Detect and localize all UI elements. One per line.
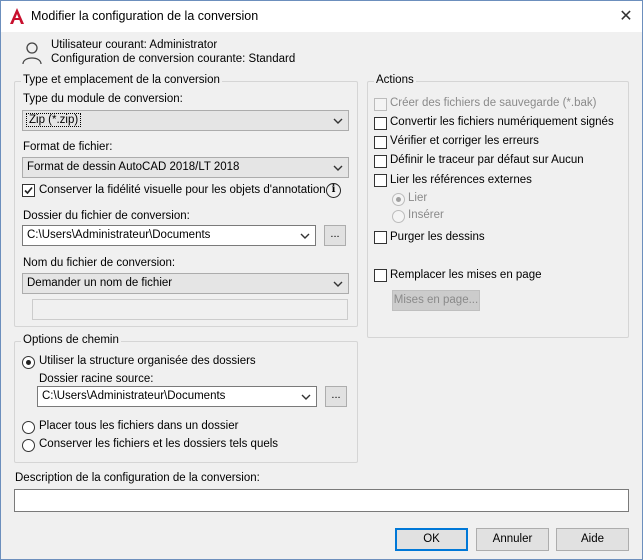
keep-as-is-label: Conserver les fichiers et les dossiers t… [39, 438, 279, 450]
place-all-label: Placer tous les fichiers dans un dossier [39, 420, 239, 432]
keep-fidelity-label: Conserver la fidélité visuelle pour les … [39, 184, 326, 196]
close-icon[interactable]: ✕ [616, 7, 636, 27]
info-icon[interactable]: i [326, 183, 341, 198]
autocad-logo-icon [10, 8, 24, 24]
module-type-value: Zip (*.zip) [25, 113, 82, 127]
purge-drawings-label: Purger les dessins [390, 231, 485, 243]
help-button[interactable]: Aide [556, 528, 629, 551]
keep-as-is-radio[interactable] [22, 439, 35, 452]
purge-drawings-checkbox[interactable] [374, 231, 387, 244]
layouts-button[interactable]: Mises en page... [392, 290, 480, 311]
bind-radio[interactable] [392, 193, 405, 206]
replace-layouts-checkbox[interactable] [374, 269, 387, 282]
file-format-label: Format de fichier: [23, 141, 113, 153]
title-bar[interactable]: Modifier la configuration de la conversi… [1, 1, 642, 32]
module-type-label: Type du module de conversion: [23, 93, 183, 105]
current-user-text: Utilisateur courant: Administrator [51, 39, 218, 51]
chevron-down-icon [333, 165, 343, 171]
ok-button[interactable]: OK [395, 528, 468, 551]
source-root-value: C:\Users\Administrateur\Documents [42, 390, 226, 402]
insert-radio-label: Insérer [408, 209, 444, 221]
chevron-down-icon [301, 394, 311, 400]
audit-fix-checkbox[interactable] [374, 136, 387, 149]
user-icon [22, 42, 42, 65]
bind-xrefs-label: Lier les références externes [390, 174, 532, 186]
chevron-down-icon [333, 281, 343, 287]
place-all-radio[interactable] [22, 421, 35, 434]
conversion-folder-label: Dossier du fichier de conversion: [23, 210, 190, 222]
create-backup-label: Créer des fichiers de sauvegarde (*.bak) [390, 97, 597, 109]
description-label: Description de la configuration de la co… [15, 472, 260, 484]
window-title: Modifier la configuration de la conversi… [31, 9, 259, 23]
bind-xrefs-checkbox[interactable] [374, 174, 387, 187]
conversion-name-select[interactable]: Demander un nom de fichier [22, 273, 349, 294]
module-type-select[interactable]: Zip (*.zip) [22, 110, 349, 131]
conversion-name-value: Demander un nom de fichier [27, 277, 173, 289]
replace-layouts-label: Remplacer les mises en page [390, 269, 542, 281]
create-backup-checkbox[interactable] [374, 98, 387, 111]
convert-signed-label: Convertir les fichiers numériquement sig… [390, 116, 614, 128]
path-options-group-label: Options de chemin [21, 334, 121, 346]
convert-signed-checkbox[interactable] [374, 117, 387, 130]
conversion-config-dialog: Modifier la configuration de la conversi… [0, 0, 643, 560]
actions-group-label: Actions [374, 74, 416, 86]
source-root-label: Dossier racine source: [39, 373, 154, 385]
cancel-button[interactable]: Annuler [476, 528, 549, 551]
plotter-none-checkbox[interactable] [374, 155, 387, 168]
chevron-down-icon [300, 233, 310, 239]
description-input[interactable] [14, 489, 629, 512]
use-structure-label: Utiliser la structure organisée des doss… [39, 355, 256, 367]
browse-folder-button[interactable]: ... [324, 225, 346, 246]
keep-fidelity-checkbox[interactable] [22, 184, 35, 197]
insert-radio[interactable] [392, 210, 405, 223]
conversion-name-label: Nom du fichier de conversion: [23, 257, 176, 269]
conversion-name-input [32, 299, 348, 320]
file-format-value: Format de dessin AutoCAD 2018/LT 2018 [27, 161, 240, 173]
use-structure-radio[interactable] [22, 356, 35, 369]
conversion-folder-combo[interactable]: C:\Users\Administrateur\Documents [22, 225, 316, 246]
file-format-select[interactable]: Format de dessin AutoCAD 2018/LT 2018 [22, 157, 349, 178]
browse-source-button[interactable]: ... [325, 386, 347, 407]
checkmark-icon [24, 186, 33, 195]
conversion-folder-value: C:\Users\Administrateur\Documents [27, 229, 211, 241]
type-location-group-label: Type et emplacement de la conversion [21, 74, 222, 86]
source-root-combo[interactable]: C:\Users\Administrateur\Documents [37, 386, 317, 407]
audit-fix-label: Vérifier et corriger les erreurs [390, 135, 539, 147]
chevron-down-icon [333, 118, 343, 124]
current-config-text: Configuration de conversion courante: St… [51, 53, 296, 65]
plotter-none-label: Définir le traceur par défaut sur Aucun [390, 154, 584, 166]
bind-radio-label: Lier [408, 192, 428, 204]
